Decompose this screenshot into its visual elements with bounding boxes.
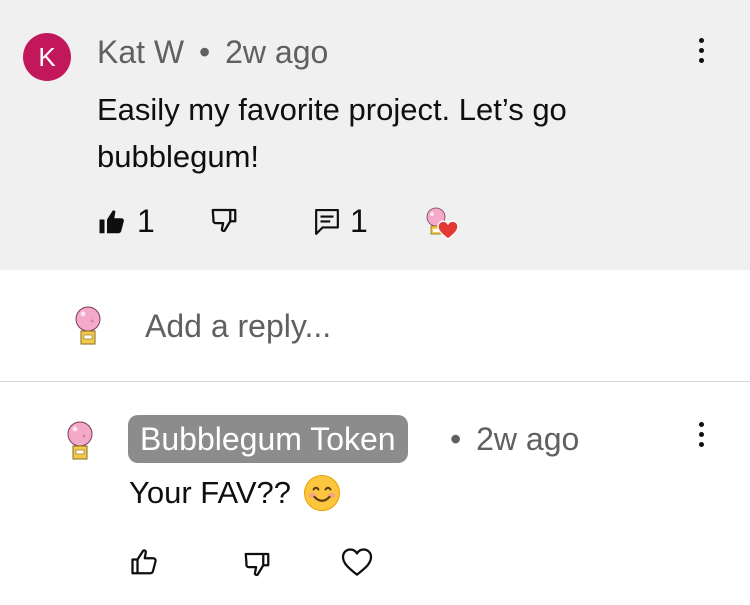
commenter-avatar[interactable]: K bbox=[23, 33, 71, 81]
current-user-avatar bbox=[74, 305, 102, 352]
reply-like-button[interactable] bbox=[130, 547, 160, 577]
reply-time: 2w ago bbox=[476, 421, 580, 457]
bubblegum-avatar-icon bbox=[75, 306, 101, 345]
add-reply-input[interactable] bbox=[145, 303, 595, 349]
meta-separator: • bbox=[199, 34, 211, 70]
reply-count-button[interactable]: 1 bbox=[314, 203, 368, 240]
comment-text: Easily my favorite project. Let’s go bub… bbox=[97, 92, 567, 174]
meta-separator: • bbox=[450, 421, 462, 457]
heart-icon bbox=[437, 220, 459, 240]
heart-outline-icon bbox=[341, 548, 373, 576]
comment-more-options-icon[interactable] bbox=[689, 38, 713, 78]
like-count: 1 bbox=[137, 203, 155, 239]
reply-text: Your FAV?? bbox=[129, 475, 292, 510]
avatar-letter: K bbox=[38, 41, 56, 72]
thumbs-down-icon bbox=[244, 552, 270, 577]
reply-text-row: Your FAV?? bbox=[129, 474, 341, 512]
comment-thread: K Kat W • 2w ago Easily my favorite proj… bbox=[0, 0, 750, 270]
thumbs-down-icon bbox=[211, 208, 237, 233]
like-button[interactable]: 1 bbox=[97, 203, 155, 240]
reply-dislike-button[interactable] bbox=[242, 549, 272, 579]
reply-comment-icon bbox=[315, 208, 339, 235]
thumbs-up-icon bbox=[131, 549, 157, 575]
reply-heart-button[interactable] bbox=[341, 547, 373, 577]
reply-author-avatar[interactable] bbox=[66, 420, 94, 467]
reply-meta: • 2w ago bbox=[450, 421, 579, 458]
dislike-button[interactable] bbox=[209, 205, 239, 235]
smiling-face-emoji-icon bbox=[304, 475, 341, 511]
reply-count: 1 bbox=[350, 203, 368, 239]
comment-meta: Kat W • 2w ago bbox=[97, 34, 328, 71]
divider bbox=[0, 381, 750, 382]
creator-heart-badge bbox=[423, 207, 459, 242]
bubblegum-avatar-icon bbox=[67, 421, 93, 460]
reply-more-options-icon[interactable] bbox=[689, 422, 713, 462]
reply-author-chip[interactable]: Bubblegum Token bbox=[128, 415, 408, 463]
comment-author[interactable]: Kat W bbox=[97, 34, 184, 70]
comment-time: 2w ago bbox=[225, 34, 329, 70]
thumbs-up-filled-icon bbox=[99, 209, 124, 233]
